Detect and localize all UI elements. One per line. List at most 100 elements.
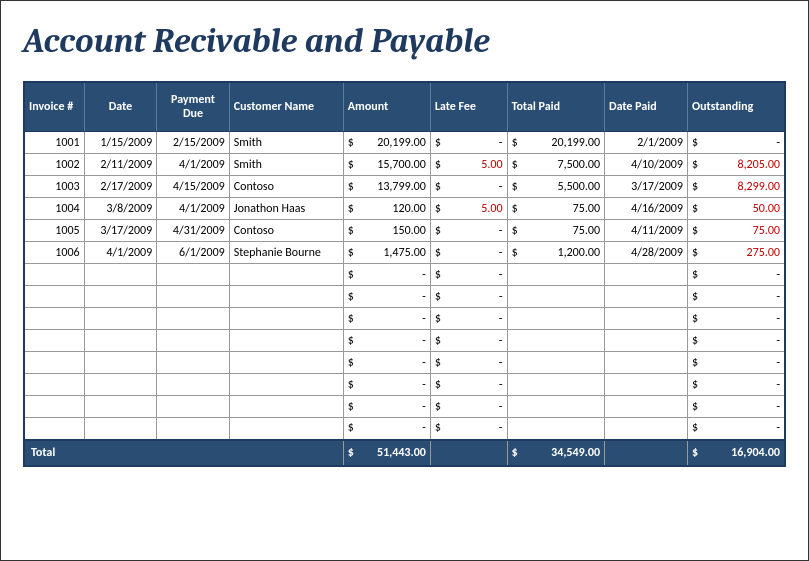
cell — [157, 264, 230, 286]
money-cell: $1,200.00 — [507, 242, 604, 264]
table-row: 10011/15/20092/15/2009Smith$20,199.00$-$… — [24, 132, 785, 154]
money-cell: $- — [430, 418, 507, 440]
money-cell: $- — [687, 264, 785, 286]
cell — [157, 286, 230, 308]
money-cell: $5.00 — [430, 154, 507, 176]
cell — [157, 308, 230, 330]
cell — [507, 308, 604, 330]
col-header-date-paid: Date Paid — [605, 82, 688, 132]
cell — [157, 418, 230, 440]
cell: 4/1/2009 — [157, 198, 230, 220]
table-row-empty: $-$-$- — [24, 308, 785, 330]
table-header-row: Invoice # Date Payment Due Customer Name… — [24, 82, 785, 132]
cell — [84, 330, 157, 352]
cell — [84, 374, 157, 396]
money-cell: $- — [430, 396, 507, 418]
cell — [229, 374, 343, 396]
cell — [24, 352, 84, 374]
money-cell: $1,475.00 — [343, 242, 430, 264]
cell: Stephanie Bourne — [229, 242, 343, 264]
money-cell: $7,500.00 — [507, 154, 604, 176]
cell — [507, 352, 604, 374]
table-row-empty: $-$-$- — [24, 264, 785, 286]
money-cell: $- — [343, 286, 430, 308]
cell — [507, 286, 604, 308]
money-cell: $- — [687, 286, 785, 308]
cell: 1005 — [24, 220, 84, 242]
table-row-empty: $-$-$- — [24, 352, 785, 374]
money-cell: $- — [430, 286, 507, 308]
cell — [605, 418, 688, 440]
cell — [229, 264, 343, 286]
cell: 4/28/2009 — [605, 242, 688, 264]
totals-amount: $51,443.00 — [343, 440, 430, 466]
totals-row: Total $51,443.00 $34,549.00 $16,904.00 — [24, 440, 785, 466]
cell — [24, 374, 84, 396]
cell — [157, 352, 230, 374]
cell — [507, 418, 604, 440]
cell: 3/17/2009 — [84, 220, 157, 242]
cell — [157, 374, 230, 396]
cell: 4/10/2009 — [605, 154, 688, 176]
totals-outstanding: $16,904.00 — [687, 440, 785, 466]
table-row-empty: $-$-$- — [24, 330, 785, 352]
cell: Contoso — [229, 220, 343, 242]
money-cell: $- — [343, 352, 430, 374]
money-cell: $120.00 — [343, 198, 430, 220]
cell — [24, 308, 84, 330]
cell — [507, 374, 604, 396]
cell — [605, 396, 688, 418]
cell — [507, 330, 604, 352]
totals-date-paid — [605, 440, 688, 466]
money-cell: $- — [343, 330, 430, 352]
col-header-invoice: Invoice # — [24, 82, 84, 132]
money-cell: $13,799.00 — [343, 176, 430, 198]
cell: 4/15/2009 — [157, 176, 230, 198]
cell — [605, 352, 688, 374]
money-cell: $- — [430, 264, 507, 286]
money-cell: $75.00 — [507, 220, 604, 242]
cell: 3/17/2009 — [605, 176, 688, 198]
cell: 1003 — [24, 176, 84, 198]
money-cell: $- — [430, 352, 507, 374]
money-cell: $- — [430, 330, 507, 352]
money-cell: $15,700.00 — [343, 154, 430, 176]
cell — [84, 352, 157, 374]
money-cell: $8,205.00 — [687, 154, 785, 176]
totals-total-paid: $34,549.00 — [507, 440, 604, 466]
money-cell: $5.00 — [430, 198, 507, 220]
cell — [157, 330, 230, 352]
cell: 4/31/2009 — [157, 220, 230, 242]
cell: 4/16/2009 — [605, 198, 688, 220]
col-header-customer: Customer Name — [229, 82, 343, 132]
cell — [229, 308, 343, 330]
col-header-late-fee: Late Fee — [430, 82, 507, 132]
cell — [229, 330, 343, 352]
cell — [229, 396, 343, 418]
money-cell: $- — [687, 352, 785, 374]
money-cell: $- — [687, 330, 785, 352]
cell: 1/15/2009 — [84, 132, 157, 154]
cell: 4/1/2009 — [157, 154, 230, 176]
cell: 2/15/2009 — [157, 132, 230, 154]
cell: Contoso — [229, 176, 343, 198]
money-cell: $20,199.00 — [507, 132, 604, 154]
money-cell: $- — [343, 374, 430, 396]
money-cell: $- — [687, 132, 785, 154]
cell: 4/1/2009 — [84, 242, 157, 264]
cell — [229, 286, 343, 308]
totals-late-fee — [430, 440, 507, 466]
cell: 1006 — [24, 242, 84, 264]
cell — [84, 308, 157, 330]
table-row: 10022/11/20094/1/2009Smith$15,700.00$5.0… — [24, 154, 785, 176]
money-cell: $275.00 — [687, 242, 785, 264]
money-cell: $5,500.00 — [507, 176, 604, 198]
money-cell: $- — [687, 396, 785, 418]
money-cell: $50.00 — [687, 198, 785, 220]
cell: 3/8/2009 — [84, 198, 157, 220]
money-cell: $- — [430, 374, 507, 396]
cell: 2/17/2009 — [84, 176, 157, 198]
cell: 1001 — [24, 132, 84, 154]
col-header-date: Date — [84, 82, 157, 132]
money-cell: $- — [430, 220, 507, 242]
